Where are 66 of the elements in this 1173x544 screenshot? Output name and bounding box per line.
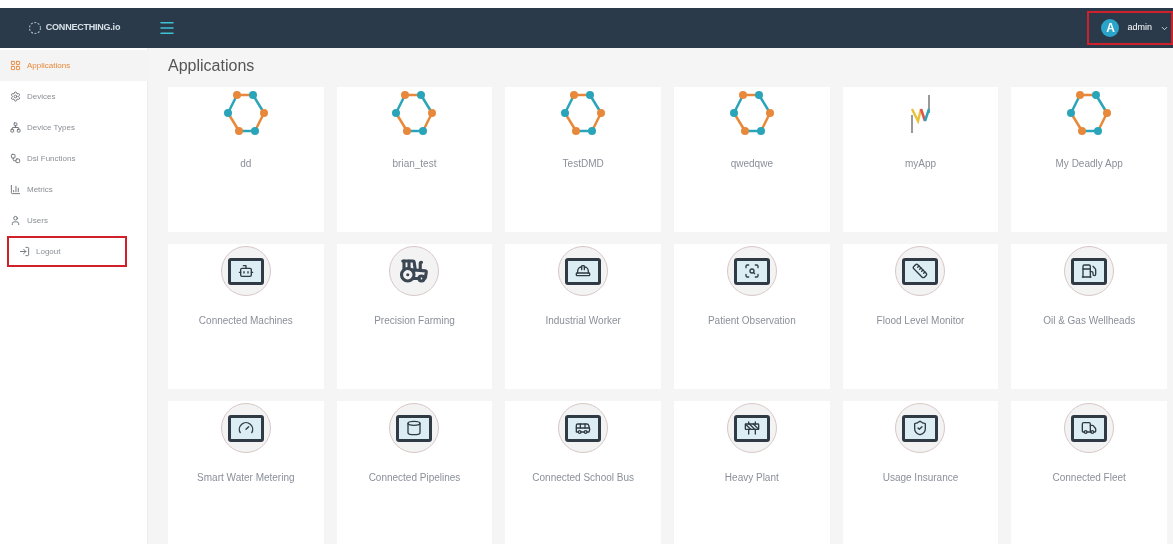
user-icon (10, 215, 21, 226)
app-card[interactable]: Connected Pipelines (336, 401, 493, 544)
robot-icon (237, 263, 254, 279)
ruler-icon (912, 263, 929, 279)
app-card[interactable]: myApp (842, 87, 999, 232)
app-name: Connected Fleet (1052, 471, 1126, 485)
app-name: Oil & Gas Wellheads (1043, 314, 1136, 328)
app-card[interactable]: Usage Insurance (842, 401, 999, 544)
app-card[interactable]: My Deadly App (1011, 87, 1167, 232)
user-name: admin (1127, 21, 1152, 35)
menu-button[interactable] (158, 19, 176, 37)
app-name: TestDMD (562, 157, 604, 171)
app-name: Flood Level Monitor (876, 314, 965, 328)
sidebar-item[interactable]: Applications (0, 50, 148, 81)
sidebar-item[interactable]: Users (0, 205, 120, 236)
bar-chart-icon (10, 184, 21, 195)
truck-icon (1081, 420, 1098, 436)
grid-icon (10, 60, 21, 71)
app-name: Connected Pipelines (368, 471, 461, 485)
logo-text: CONNECTHING.io (45, 21, 121, 35)
sidebar-item[interactable]: Devices (0, 81, 120, 112)
app-name: Heavy Plant (724, 471, 779, 485)
app-name: Connected Machines (198, 314, 293, 328)
app-card[interactable]: TestDMD (505, 87, 661, 232)
fuel-icon (1081, 263, 1098, 279)
sidebar-item[interactable]: Dsl Functions (0, 143, 120, 174)
gear-icon (10, 91, 21, 102)
app-card[interactable]: Flood Level Monitor (842, 244, 999, 389)
app-card[interactable]: brian_test (336, 87, 493, 232)
app-card[interactable]: Industrial Worker (505, 244, 661, 389)
network-icon (10, 122, 21, 133)
app-card[interactable]: Smart Water Metering (168, 401, 324, 544)
gauge-icon (237, 420, 254, 436)
app-card[interactable]: Connected Fleet (1011, 401, 1167, 544)
shield-icon (912, 420, 929, 436)
sidebar-item[interactable]: Logout (7, 236, 127, 267)
app-card[interactable]: Heavy Plant (674, 401, 830, 544)
page-title: Applications (168, 56, 255, 76)
app-name: Patient Observation (707, 314, 796, 328)
tractor-icon (399, 256, 430, 286)
app-name: Industrial Worker (545, 314, 621, 328)
app-name: dd (240, 157, 252, 171)
app-card[interactable]: Connected School Bus (505, 401, 661, 544)
bus-icon (575, 420, 592, 436)
app-name: myApp (904, 157, 937, 171)
logo-icon (27, 21, 42, 35)
sidebar-item[interactable]: Metrics (0, 174, 120, 205)
app-name: My Deadly App (1055, 157, 1123, 171)
app-name: Precision Farming (374, 314, 455, 328)
logout-icon (19, 246, 30, 257)
user-avatar: A (1101, 19, 1120, 37)
app-name: brian_test (392, 157, 437, 171)
app-name: Usage Insurance (882, 471, 959, 485)
app-name: Connected School Bus (532, 471, 635, 485)
app-card[interactable]: Patient Observation (674, 244, 830, 389)
app-card[interactable]: Connected Machines (168, 244, 324, 389)
app-card[interactable]: qwedqwe (674, 87, 830, 232)
app-name: qwedqwe (730, 157, 773, 171)
construction-icon (743, 420, 760, 436)
app-card[interactable]: dd (168, 87, 324, 232)
app-card[interactable]: Precision Farming (336, 244, 493, 389)
app-card[interactable]: Oil & Gas Wellheads (1011, 244, 1167, 389)
worker-icon (575, 263, 592, 279)
sidebar-item[interactable]: Device Types (0, 112, 120, 143)
user-menu[interactable]: A admin (1087, 11, 1173, 45)
app-name: Smart Water Metering (197, 471, 295, 485)
